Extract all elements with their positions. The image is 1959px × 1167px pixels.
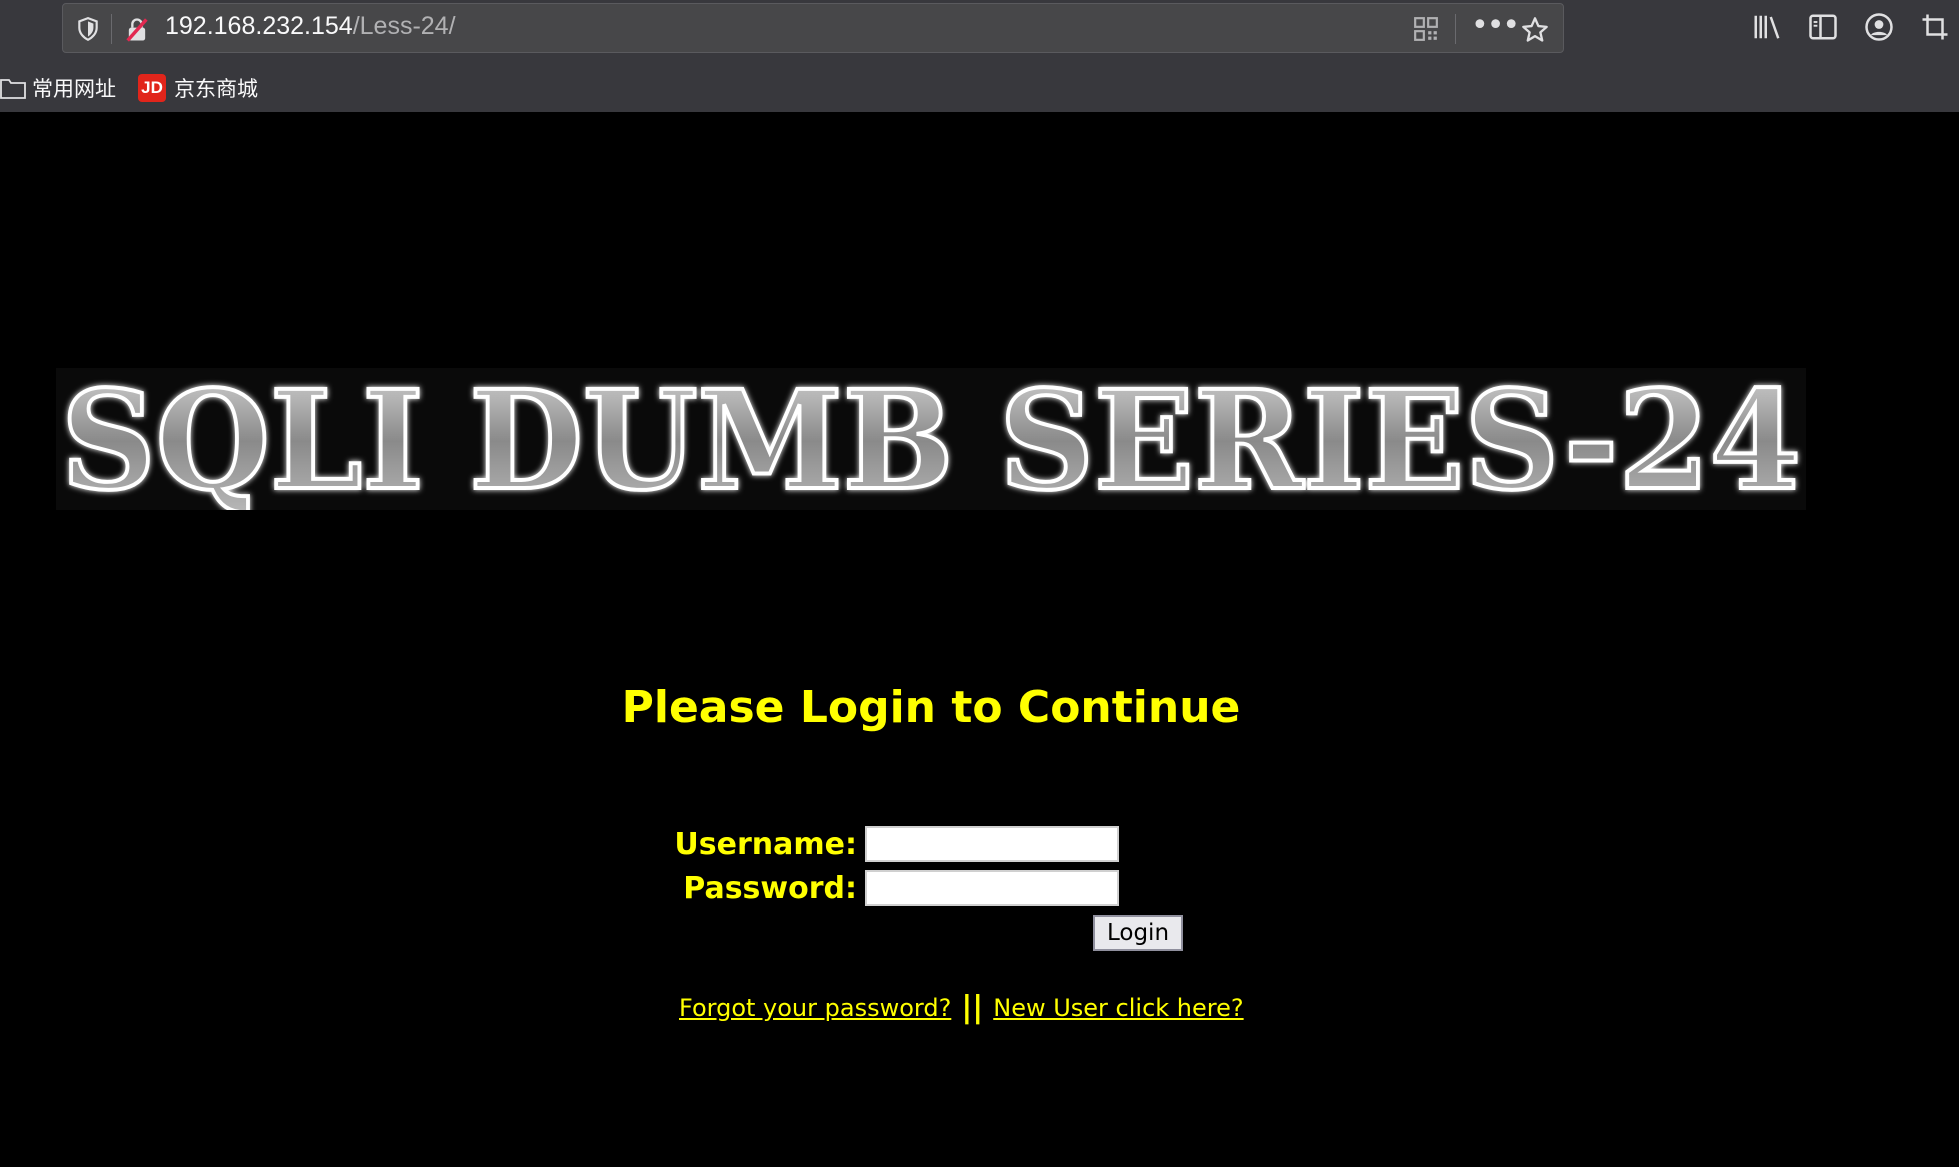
address-bar[interactable]: 192.168.232.154/Less-24/ ••• bbox=[62, 3, 1564, 53]
username-label: Username: bbox=[674, 826, 857, 862]
account-icon[interactable] bbox=[1864, 12, 1894, 42]
bookmark-star-icon[interactable] bbox=[1521, 16, 1549, 44]
sidebar-icon[interactable] bbox=[1808, 12, 1838, 42]
folder-icon bbox=[0, 79, 26, 99]
shield-icon[interactable] bbox=[75, 16, 101, 42]
forgot-password-link[interactable]: Forgot your password? bbox=[679, 994, 951, 1022]
browser-toolbar: 192.168.232.154/Less-24/ ••• 常用网址 JD 京东商… bbox=[0, 0, 1959, 112]
password-input[interactable] bbox=[865, 870, 1119, 906]
library-icon[interactable] bbox=[1752, 12, 1782, 42]
qr-code-icon[interactable] bbox=[1413, 16, 1439, 42]
link-separator: || bbox=[961, 990, 984, 1025]
password-label: Password: bbox=[683, 870, 857, 906]
url-separator bbox=[1455, 14, 1456, 44]
bookmark-jd[interactable]: JD 京东商城 bbox=[138, 68, 258, 108]
bookmark-folder[interactable]: 常用网址 bbox=[0, 68, 116, 108]
account-links: Forgot your password? || New User click … bbox=[679, 990, 1244, 1025]
url-host: 192.168.232.154 bbox=[165, 12, 353, 40]
banner-text: SQLI DUMB SERIES-24 bbox=[61, 368, 1801, 510]
bookmark-label: 常用网址 bbox=[32, 77, 116, 101]
username-input[interactable] bbox=[865, 826, 1119, 862]
url-separator bbox=[111, 14, 112, 44]
url-path: /Less-24/ bbox=[352, 12, 456, 40]
banner-graphic: SQLI DUMB SERIES-24 bbox=[59, 368, 1803, 510]
page-title: Please Login to Continue bbox=[621, 682, 1241, 733]
url-text[interactable]: 192.168.232.154/Less-24/ bbox=[165, 12, 456, 41]
jd-logo: JD bbox=[138, 74, 166, 102]
more-actions-icon[interactable]: ••• bbox=[1471, 8, 1520, 43]
insecure-lock-icon[interactable] bbox=[123, 16, 151, 44]
new-user-link[interactable]: New User click here? bbox=[993, 994, 1243, 1022]
screenshot-crop-icon[interactable] bbox=[1920, 12, 1950, 42]
banner-image: SQLI DUMB SERIES-24 bbox=[56, 368, 1806, 510]
password-row: Password: bbox=[605, 870, 1119, 906]
login-button[interactable]: Login bbox=[1093, 915, 1183, 951]
bookmark-label: 京东商城 bbox=[174, 77, 258, 101]
username-row: Username: bbox=[605, 826, 1119, 862]
